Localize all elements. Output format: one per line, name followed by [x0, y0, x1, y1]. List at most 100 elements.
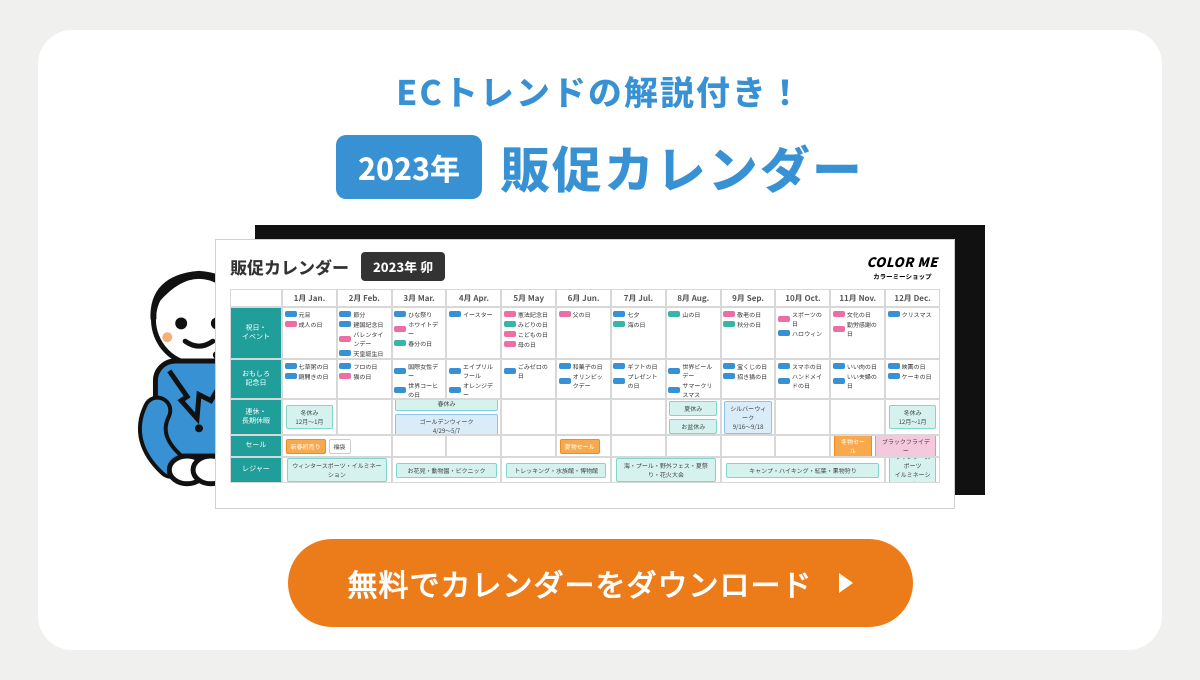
- event-chip: 元旦: [285, 310, 335, 319]
- event-chip: スポーツの日: [778, 310, 828, 328]
- event-chip: 敬老の日: [723, 310, 773, 319]
- sheet-title: 販促カレンダー: [230, 254, 349, 279]
- event-chip: イースター: [449, 310, 499, 319]
- event-chip: ひな祭り: [394, 310, 444, 319]
- event-cell: イースター: [446, 307, 501, 359]
- event-chip: サマークリスマス: [668, 381, 718, 399]
- month-header: 1月 Jan.: [282, 289, 337, 307]
- fun-cell: エイプリルフールオレンジデー: [446, 359, 501, 399]
- holiday-cell: 春休みゴールデンウィーク 4/29〜5/7: [392, 399, 502, 435]
- calendar-sheet: 販促カレンダー 2023年 卯 COLOR ME カラーミーショップ 1月 Ja…: [215, 239, 955, 509]
- event-chip: スマホの日: [778, 362, 828, 371]
- month-header: 6月 Jun.: [556, 289, 611, 307]
- event-chip: 父の日: [559, 310, 609, 319]
- leisure-cell: 海・プール・野外フェス・夏祭り・花火大会: [611, 457, 721, 483]
- event-chip: プレゼントの日: [613, 372, 663, 390]
- event-chip: 七草粥の日: [285, 362, 335, 371]
- sale-cell: 夏物セール: [556, 435, 611, 457]
- month-header: 3月 Mar.: [392, 289, 447, 307]
- event-chip: 世界ビールデー: [668, 362, 718, 380]
- month-header: 9月 Sep.: [721, 289, 776, 307]
- sale-cell: [392, 435, 447, 457]
- event-chip: 世界コーヒの日: [394, 381, 444, 399]
- event-chip: 七夕: [613, 310, 663, 319]
- sale-cell: [611, 435, 666, 457]
- fun-cell: 宝くじの日招き猫の日: [721, 359, 776, 399]
- sale-cell: [501, 435, 556, 457]
- row-label-holiday: 連休・ 長期休暇: [230, 399, 282, 435]
- event-cell: 節分建国記念日バレンタインデー天皇誕生日: [337, 307, 392, 359]
- event-chip: 建国記念日: [339, 320, 389, 329]
- event-chip: エイプリルフール: [449, 362, 499, 380]
- fun-cell: 映画の日ケーキの日: [885, 359, 940, 399]
- leisure-cell: トレッキング・水族館・博物館: [501, 457, 611, 483]
- event-chip: 秋分の日: [723, 320, 773, 329]
- event-chip: 宝くじの日: [723, 362, 773, 371]
- event-chip: 映画の日: [888, 362, 938, 371]
- month-header: 11月 Nov.: [830, 289, 885, 307]
- leisure-cell: キャンプ・ハイキング・紅葉・果物狩り: [721, 457, 886, 483]
- event-chip: みどりの日: [504, 320, 554, 329]
- event-cell: スポーツの日ハロウィン: [775, 307, 830, 359]
- sale-cell: [666, 435, 721, 457]
- fun-cell: いい肉の日いい夫婦の日: [830, 359, 885, 399]
- month-header: 4月 Apr.: [446, 289, 501, 307]
- event-cell: 敬老の日秋分の日: [721, 307, 776, 359]
- row-label-sale: セール: [230, 435, 282, 457]
- headline: ECトレンドの解説付き！: [396, 66, 804, 115]
- event-chip: 和菓子の日: [559, 362, 609, 371]
- event-chip: ハロウィン: [778, 329, 828, 338]
- event-cell: 元旦成人の日: [282, 307, 337, 359]
- fun-cell: 七草粥の日鏡開きの日: [282, 359, 337, 399]
- holiday-cell: シルバーウィーク 9/16〜9/18: [721, 399, 776, 435]
- promo-card: ECトレンドの解説付き！ 2023年 販促カレンダー: [38, 30, 1162, 650]
- holiday-cell: [830, 399, 885, 435]
- fun-cell: スマホの日ハンドメイドの日: [775, 359, 830, 399]
- month-header: 8月 Aug.: [666, 289, 721, 307]
- fun-cell: ギフトの日プレゼントの日: [611, 359, 666, 399]
- event-chip: オリンピックデー: [559, 372, 609, 390]
- holiday-cell: [611, 399, 666, 435]
- event-cell: 憲法記念日みどりの日こどもの日母の日: [501, 307, 556, 359]
- sale-cell: 新春初売り福袋: [282, 435, 392, 457]
- event-cell: 七夕海の日: [611, 307, 666, 359]
- fun-cell: フロの日猫の日: [337, 359, 392, 399]
- event-chip: 猫の日: [339, 372, 389, 381]
- event-chip: ギフトの日: [613, 362, 663, 371]
- event-cell: 父の日: [556, 307, 611, 359]
- event-chip: 成人の日: [285, 320, 335, 329]
- sale-cell: 冬物セールブラックフライデー: [830, 435, 940, 457]
- holiday-cell: 冬休み 12月〜1月: [282, 399, 337, 435]
- event-chip: ハンドメイドの日: [778, 372, 828, 390]
- event-chip: 鏡開きの日: [285, 372, 335, 381]
- event-chip: 国際女性デー: [394, 362, 444, 380]
- row-label-fun: おもしろ 記念日: [230, 359, 282, 399]
- event-chip: いい肉の日: [833, 362, 883, 371]
- fun-cell: 和菓子の日オリンピックデー: [556, 359, 611, 399]
- year-badge: 2023年: [336, 135, 482, 199]
- holiday-cell: [337, 399, 392, 435]
- fun-cell: 世界ビールデーサマークリスマス: [666, 359, 721, 399]
- cta-label: 無料でカレンダーをダウンロード: [348, 561, 813, 605]
- event-chip: 海の日: [613, 320, 663, 329]
- event-chip: バレンタインデー: [339, 330, 389, 348]
- month-header: 7月 Jul.: [611, 289, 666, 307]
- fun-cell: 国際女性デー世界コーヒの日: [392, 359, 447, 399]
- event-chip: クリスマス: [888, 310, 938, 319]
- sale-cell: [446, 435, 501, 457]
- holiday-cell: 冬休み 12月〜1月: [885, 399, 940, 435]
- event-chip: ごみゼロの日: [504, 362, 554, 380]
- sheet-year-badge: 2023年 卯: [361, 252, 445, 281]
- event-chip: ケーキの日: [888, 372, 938, 381]
- holiday-cell: 夏休みお盆休み: [666, 399, 721, 435]
- holiday-cell: [775, 399, 830, 435]
- event-chip: 山の日: [668, 310, 718, 319]
- download-button[interactable]: 無料でカレンダーをダウンロード: [288, 539, 913, 627]
- event-chip: 母の日: [504, 340, 554, 349]
- event-chip: ホワイトデー: [394, 320, 444, 338]
- main-title: 販促カレンダー: [500, 131, 864, 203]
- month-header: 2月 Feb.: [337, 289, 392, 307]
- play-icon: [839, 573, 853, 593]
- leisure-cell: ウィンタースポーツ イルミネーション: [885, 457, 940, 483]
- event-chip: こどもの日: [504, 330, 554, 339]
